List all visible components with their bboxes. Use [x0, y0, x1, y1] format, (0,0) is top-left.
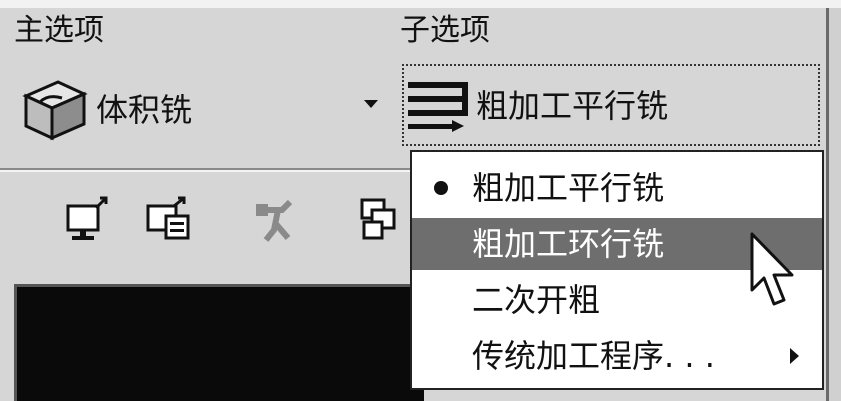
- dropdown-arrow-icon[interactable]: [364, 100, 378, 108]
- dialog-frame: 主选项 子选项 体积铣 粗加工平行铣 粗加工平行铣 粗加工环行铣 二次开粗 传统…: [0, 0, 841, 401]
- cube-icon: [22, 80, 88, 141]
- main-option-select[interactable]: 体积铣: [14, 70, 394, 142]
- dropdown-item-label: 二次开粗: [472, 281, 601, 319]
- dropdown-item-label: 粗加工环行铣: [472, 225, 665, 263]
- dropdown-item-label: 粗加工平行铣: [472, 169, 665, 207]
- monitor-export-icon[interactable]: [66, 194, 112, 244]
- submenu-arrow-icon: [790, 348, 799, 364]
- dropdown-item-parallel-roughing[interactable]: 粗加工平行铣: [412, 162, 822, 214]
- figure-disabled-icon: [256, 199, 293, 242]
- main-option-value: 体积铣: [96, 91, 193, 129]
- mouse-pointer-icon: [750, 232, 794, 306]
- monitor-list-icon[interactable]: [146, 194, 192, 244]
- layers-icon[interactable]: [356, 194, 402, 244]
- sub-option-select[interactable]: 粗加工平行铣: [402, 64, 820, 146]
- separator: [0, 168, 410, 172]
- sub-options-label: 子选项: [400, 13, 490, 48]
- toolbar: [0, 176, 410, 264]
- parallel-lines-icon: [408, 82, 468, 132]
- main-options-label: 主选项: [14, 13, 104, 48]
- dropdown-item-label: 传统加工程序. . .: [472, 337, 715, 375]
- dropdown-item-traditional-program[interactable]: 传统加工程序. . .: [412, 330, 822, 382]
- graphics-viewport[interactable]: [14, 284, 424, 401]
- sub-option-value: 粗加工平行铣: [476, 87, 669, 125]
- top-edge: [0, 0, 841, 8]
- selected-bullet-icon: [434, 181, 448, 195]
